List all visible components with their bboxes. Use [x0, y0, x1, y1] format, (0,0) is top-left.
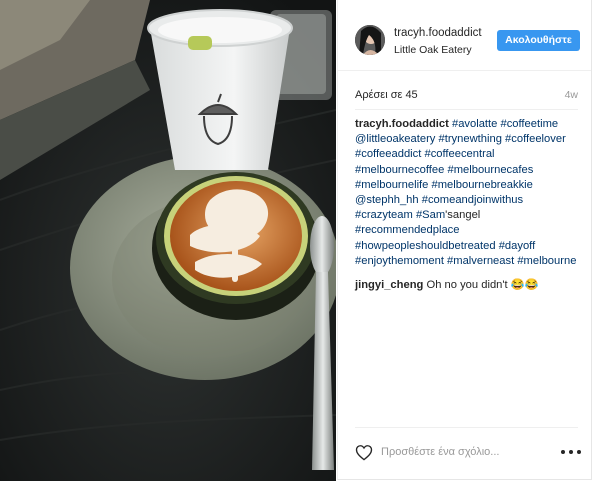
hashtag-link[interactable]: #coffeetime — [500, 118, 558, 130]
hashtag-link[interactable]: #coffeeaddict — [355, 148, 421, 160]
hashtag-link[interactable]: #recommendedplace — [355, 224, 459, 236]
comment-input[interactable] — [381, 446, 531, 458]
divider — [355, 427, 578, 428]
hashtag-link[interactable]: #melbourne — [517, 255, 576, 267]
follow-button[interactable]: Ακολουθήστε — [497, 30, 580, 51]
hashtag-link[interactable]: #melbournecoffee — [355, 164, 444, 176]
post-header: tracyh.foodaddict Little Oak Eatery Ακολ… — [338, 0, 591, 71]
hashtag-link[interactable]: #enjoythemoment — [355, 255, 444, 267]
comment-author[interactable]: jingyi_cheng — [355, 279, 423, 291]
hashtag-link[interactable]: #malverneast — [447, 255, 514, 267]
hashtag-link[interactable]: #coffeelover — [505, 133, 566, 145]
coffee-photo-illustration — [0, 0, 336, 481]
post-photo[interactable] — [0, 0, 336, 481]
instagram-post: tracyh.foodaddict Little Oak Eatery Ακολ… — [0, 0, 600, 481]
avatar-image-icon — [355, 25, 385, 55]
post-timestamp[interactable]: 4w — [565, 89, 578, 101]
author-username[interactable]: tracyh.foodaddict — [394, 27, 482, 39]
hashtag-link[interactable]: #howpeopleshouldbetreated — [355, 240, 496, 252]
mention-link[interactable]: @littleoakeatery — [355, 133, 435, 145]
post-location[interactable]: Little Oak Eatery — [394, 44, 472, 56]
caption-body: #avolatte #coffeetime @littleoakeatery #… — [355, 118, 576, 267]
hashtag-link[interactable]: #crazyteam — [355, 209, 413, 221]
hashtag-link[interactable]: #Sam — [416, 209, 445, 221]
comment-text: Oh no you didn't 😂😂 — [426, 279, 539, 291]
hashtag-link[interactable]: #coffeecentral — [424, 148, 494, 160]
hashtag-link[interactable]: #dayoff — [499, 240, 536, 252]
hashtag-link[interactable]: #comeandjoinwithus — [422, 194, 523, 206]
hashtag-link[interactable]: #trynewthing — [439, 133, 502, 145]
divider — [355, 109, 578, 110]
hashtag-link[interactable]: #melbournecafes — [447, 164, 533, 176]
likes-count[interactable]: Αρέσει σε 45 — [355, 89, 418, 101]
more-options-icon[interactable] — [560, 447, 582, 457]
caption-text: 'sangel — [445, 209, 481, 222]
caption-author[interactable]: tracyh.foodaddict — [355, 118, 449, 130]
avatar[interactable] — [355, 25, 385, 55]
heart-outline-icon[interactable] — [355, 444, 373, 461]
mention-link[interactable]: @stephh_hh — [355, 194, 419, 206]
comment-item: jingyi_cheng Oh no you didn't 😂😂 — [355, 278, 583, 291]
post-side-panel: tracyh.foodaddict Little Oak Eatery Ακολ… — [337, 0, 592, 480]
hashtag-link[interactable]: #melbournebreakkie — [432, 179, 533, 191]
hashtag-link[interactable]: #avolatte — [452, 118, 497, 130]
hashtag-link[interactable]: #melbournelife — [355, 179, 428, 191]
post-caption: tracyh.foodaddict #avolatte #coffeetime … — [355, 117, 583, 269]
